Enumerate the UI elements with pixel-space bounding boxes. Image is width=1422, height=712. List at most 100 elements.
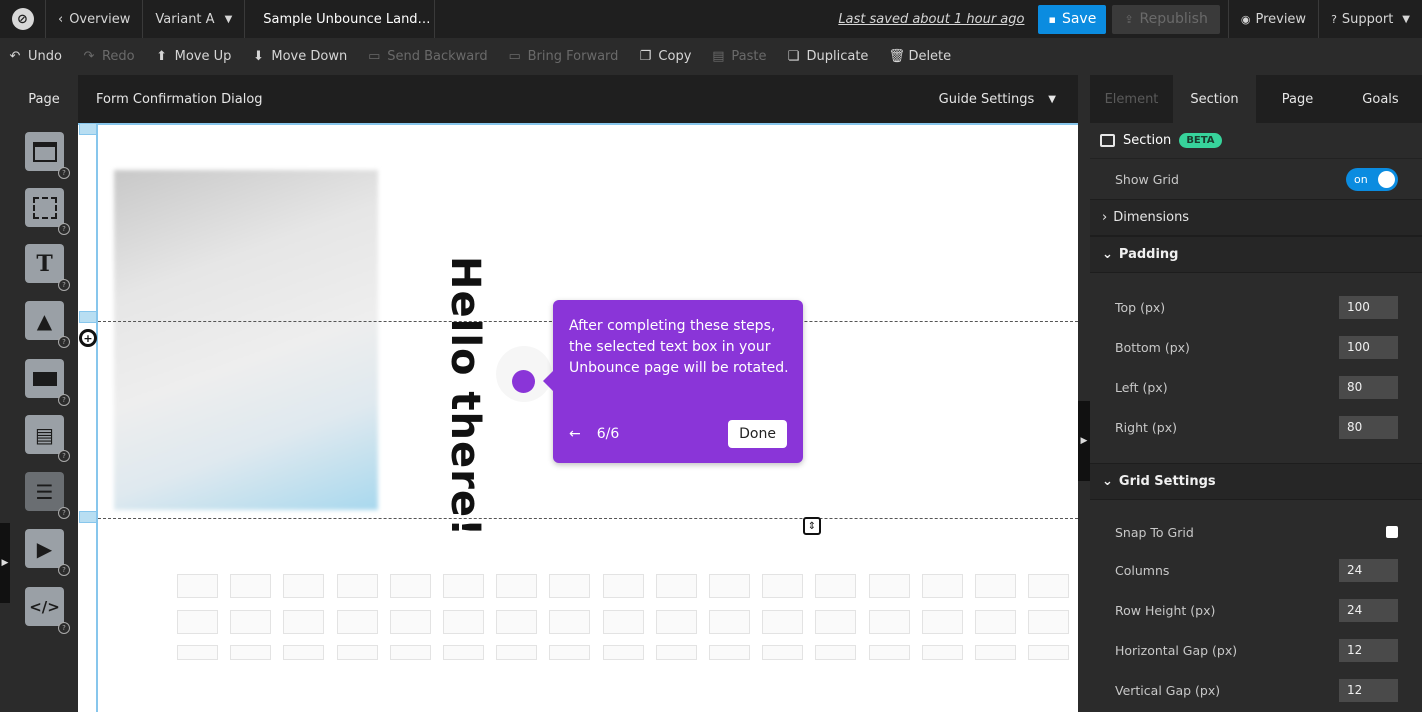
blurred-image[interactable] <box>114 170 378 510</box>
save-button[interactable]: ▪ Save <box>1038 4 1107 34</box>
send-backward-button[interactable]: ▭ Send Backward <box>367 49 488 64</box>
section-bottom-border <box>98 518 1078 519</box>
grid-cell <box>336 645 378 660</box>
guide-marker[interactable] <box>79 511 97 523</box>
guide-settings-dropdown[interactable]: Guide Settings ▼ <box>939 75 1056 123</box>
grid-cell <box>336 610 378 634</box>
grid-cell <box>283 574 325 598</box>
show-grid-label: Show Grid <box>1115 171 1179 187</box>
move-up-button[interactable]: ⬆ Move Up <box>155 49 232 64</box>
guide-settings-label: Guide Settings <box>938 91 1035 107</box>
bring-forward-button[interactable]: ▭ Bring Forward <box>508 49 618 64</box>
text-widget[interactable]: T? <box>25 244 70 291</box>
page-canvas[interactable]: + Hello there! After completing these st… <box>78 123 1078 712</box>
republish-button[interactable]: ⇪ Republish <box>1112 4 1220 34</box>
section-resize-icon[interactable]: ⇕ <box>803 517 821 535</box>
overview-link[interactable]: ‹ Overview <box>46 0 144 38</box>
hgap-label: Horizontal Gap (px) <box>1115 642 1238 658</box>
form-widget[interactable]: ▤? <box>25 415 70 462</box>
logo-icon: ⊘ <box>11 8 34 30</box>
trash-icon: 🗑 <box>888 49 905 64</box>
paste-button[interactable]: ▤ Paste <box>711 49 766 64</box>
undo-button[interactable]: ↶ Undo <box>8 49 62 64</box>
delete-button[interactable]: 🗑 Delete <box>888 49 951 64</box>
move-down-button[interactable]: ⬇ Move Down <box>251 49 347 64</box>
code-widget[interactable]: </>? <box>25 587 70 634</box>
grid-cell <box>177 645 218 660</box>
info-badge-icon: ? <box>58 167 70 179</box>
video-widget[interactable]: ▶? <box>25 529 70 576</box>
republish-icon: ⇪ <box>1124 12 1134 26</box>
vgap-row: Vertical Gap (px) 12 <box>1090 670 1422 710</box>
columns-input[interactable]: 24 <box>1339 558 1398 582</box>
move-up-label: Move Up <box>174 49 232 64</box>
panel-tabs: Element Section Page Goals <box>1090 75 1422 123</box>
padding-left-row: Left (px) 80 <box>1090 367 1422 407</box>
button-widget[interactable]: ? <box>25 359 70 406</box>
duplicate-button[interactable]: ❏ Duplicate <box>787 49 869 64</box>
section-header: Section BETA <box>1090 123 1422 159</box>
grid-cell <box>762 610 804 634</box>
page-tab[interactable]: Page <box>10 75 78 123</box>
tour-hotspot[interactable] <box>512 370 535 393</box>
logo[interactable]: ⊘ <box>0 0 46 38</box>
page-title[interactable]: Sample Unbounce Land… <box>245 0 436 38</box>
grid-cell <box>921 574 963 598</box>
padding-right-input[interactable]: 80 <box>1339 415 1398 439</box>
grid-cell <box>602 610 644 634</box>
tab-goals[interactable]: Goals <box>1339 75 1422 123</box>
grid-cell <box>762 645 804 660</box>
done-button[interactable]: Done <box>728 420 787 448</box>
preview-button[interactable]: ◉ Preview <box>1227 0 1318 38</box>
grid-cell <box>975 645 1016 660</box>
redo-icon: ↷ <box>83 49 95 64</box>
list-icon: ☰ <box>35 479 54 504</box>
edit-toolbar: ↶ Undo ↷ Redo ⬆ Move Up ⬇ Move Down ▭ Send Ba… <box>0 38 1422 75</box>
expand-left-icon[interactable]: ▶ <box>0 523 10 603</box>
snap-checkbox[interactable] <box>1386 526 1398 538</box>
add-section-icon[interactable]: + <box>79 329 97 347</box>
left-guide-line <box>96 123 98 712</box>
back-arrow-icon[interactable]: ← <box>569 426 581 442</box>
copy-icon: ❐ <box>639 49 652 64</box>
redo-button[interactable]: ↷ Redo <box>82 49 135 64</box>
page-name[interactable]: Form Confirmation Dialog <box>96 92 263 107</box>
tooltip-text: After completing these steps, the select… <box>569 318 789 376</box>
copy-button[interactable]: ❐ Copy <box>638 49 692 64</box>
tab-page[interactable]: Page <box>1256 75 1339 123</box>
tab-element[interactable]: Element <box>1090 75 1173 123</box>
grid-cell <box>655 574 697 598</box>
move-up-icon: ⬆ <box>156 49 168 64</box>
last-saved-link[interactable]: Last saved about 1 hour ago <box>838 12 1024 27</box>
rotated-headline[interactable]: Hello there! <box>442 256 488 537</box>
guide-marker[interactable] <box>79 123 97 135</box>
padding-group[interactable]: ⌄ Padding <box>1090 236 1422 273</box>
show-grid-toggle[interactable]: on <box>1346 167 1398 191</box>
widget-sidebar: ? ? T? ▲? ? ▤? ☰? ▶? </>? <box>10 123 78 712</box>
hgap-input[interactable]: 12 <box>1339 638 1398 662</box>
section-widget[interactable]: ? <box>25 132 70 179</box>
hgap-row: Horizontal Gap (px) 12 <box>1090 630 1422 670</box>
grid-cell <box>602 645 644 660</box>
guide-marker[interactable] <box>79 311 97 323</box>
form-icon: ▤ <box>35 422 54 447</box>
expand-right-icon[interactable]: ▶ <box>1078 401 1090 481</box>
grid-cell <box>655 645 697 660</box>
dimensions-group[interactable]: › Dimensions <box>1090 199 1422 236</box>
grid-cell <box>230 610 272 634</box>
padding-top-input[interactable]: 100 <box>1339 295 1398 319</box>
grid-settings-label: Grid Settings <box>1118 474 1216 489</box>
image-widget[interactable]: ▲? <box>25 301 70 348</box>
variant-dropdown[interactable]: Variant A ▼ <box>143 0 246 38</box>
padding-left-input[interactable]: 80 <box>1339 375 1398 399</box>
support-dropdown[interactable]: ? Support ▼ <box>1318 0 1422 38</box>
tab-section[interactable]: Section <box>1173 75 1256 123</box>
grid-cell <box>496 574 538 598</box>
box-widget[interactable]: ? <box>25 188 70 235</box>
list-widget[interactable]: ☰? <box>25 472 70 519</box>
grid-settings-group[interactable]: ⌄ Grid Settings <box>1090 463 1422 500</box>
row-height-input[interactable]: 24 <box>1339 598 1398 622</box>
vgap-input[interactable]: 12 <box>1339 678 1398 702</box>
padding-bottom-input[interactable]: 100 <box>1339 335 1398 359</box>
